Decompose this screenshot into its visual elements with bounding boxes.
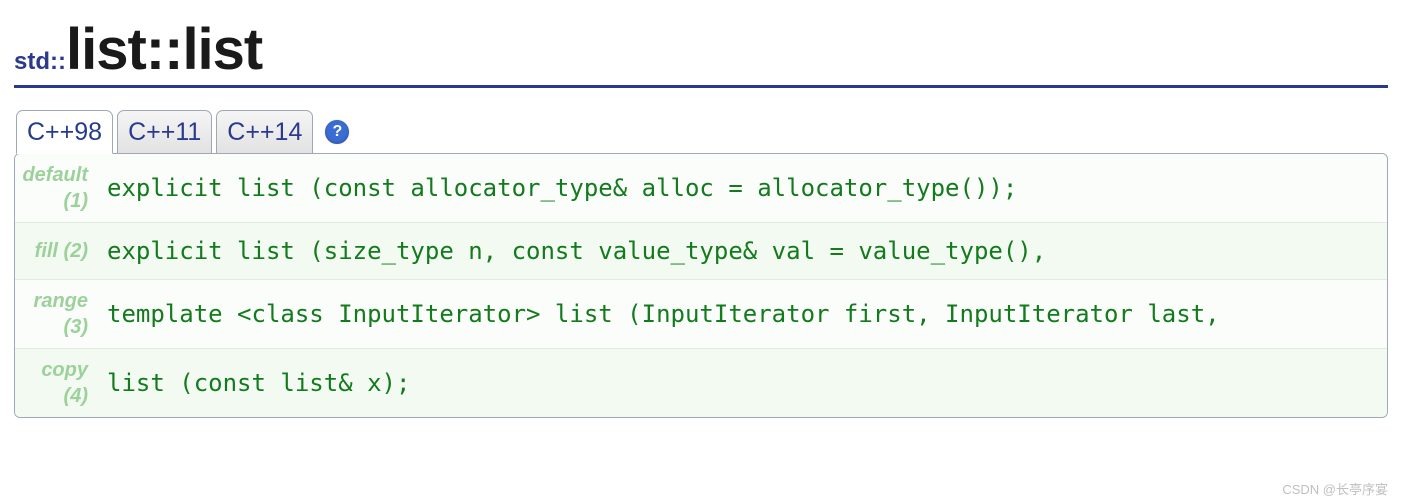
overload-code-range: template <class InputIterator> list (Inp… [97,280,1387,349]
table-row: fill (2) explicit list (size_type n, con… [15,223,1387,280]
table-row: range (3) template <class InputIterator>… [15,280,1387,349]
tab-cpp14[interactable]: C++14 [216,110,313,154]
tabs-bar: C++98 C++11 C++14 ? [14,110,1388,154]
title-sep2: :: [146,17,183,82]
prototype-table: default (1) explicit list (const allocat… [15,154,1387,417]
overload-code-fill: explicit list (size_type n, const value_… [97,223,1387,280]
content: C++98 C++11 C++14 ? default (1) explicit… [14,110,1388,418]
tab-cpp11[interactable]: C++11 [117,110,212,154]
title-namespace: std [14,48,50,75]
page-title: std::list::list [14,16,1388,88]
overload-code-default: explicit list (const allocator_type& all… [97,154,1387,223]
help-icon[interactable]: ? [325,120,349,144]
table-row: default (1) explicit list (const allocat… [15,154,1387,223]
title-member: list [182,17,262,82]
overload-label-copy: copy (4) [15,349,97,418]
overload-label-fill: fill (2) [15,223,97,280]
table-row: copy (4) list (const list& x); [15,349,1387,418]
tab-cpp98[interactable]: C++98 [16,110,113,154]
prototype-box: default (1) explicit list (const allocat… [14,153,1388,418]
watermark: CSDN @长亭序宴 [1282,479,1388,498]
overload-label-range: range (3) [15,280,97,349]
overload-code-copy: list (const list& x); [97,349,1387,418]
overload-label-default: default (1) [15,154,97,223]
title-class: list [66,17,146,82]
title-sep1: :: [50,48,66,75]
